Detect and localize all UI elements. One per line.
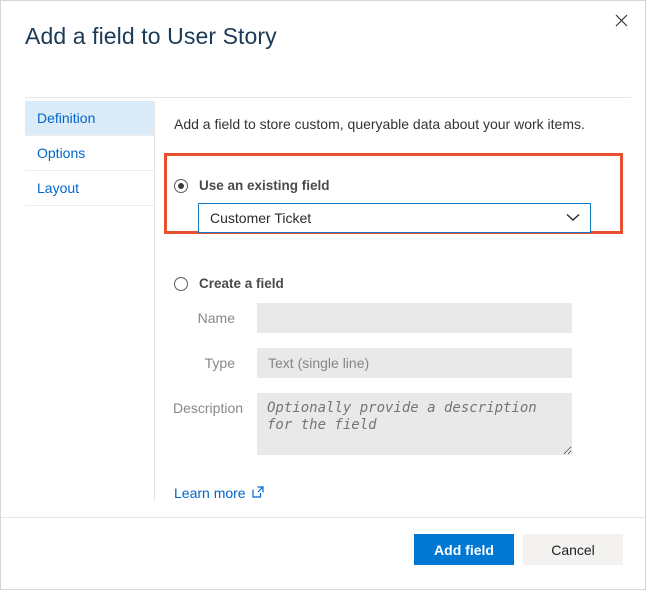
learn-more-link[interactable]: Learn more <box>174 485 264 501</box>
learn-more-label: Learn more <box>174 485 246 501</box>
sidebar-item-label: Options <box>37 145 86 161</box>
chevron-down-icon <box>566 209 580 227</box>
add-field-button[interactable]: Add field <box>414 534 514 565</box>
close-icon <box>615 14 628 27</box>
dialog-header: Add a field to User Story <box>1 1 645 98</box>
external-link-icon <box>251 485 264 501</box>
sidebar-item-definition[interactable]: Definition <box>25 101 154 136</box>
dialog-body: Definition Options Layout Add a field to… <box>1 98 645 518</box>
create-field-option[interactable]: Create a field <box>174 276 631 291</box>
type-field-label: Type <box>204 355 235 371</box>
form-row-name: Name <box>173 303 631 333</box>
form-row-description: Description <box>173 393 631 455</box>
use-existing-field-radio[interactable] <box>174 178 188 193</box>
description-field-input[interactable] <box>257 393 572 455</box>
panel-description: Add a field to store custom, queryable d… <box>174 116 585 132</box>
name-field-input[interactable] <box>257 303 572 333</box>
use-existing-field-label: Use an existing field <box>199 178 330 193</box>
footer-button-group: Add field Cancel <box>414 534 623 565</box>
dialog-footer: Add field Cancel <box>1 517 645 589</box>
cancel-button[interactable]: Cancel <box>523 534 623 565</box>
footer-divider <box>1 517 645 518</box>
existing-field-dropdown-value: Customer Ticket <box>210 210 312 226</box>
type-field-value: Text (single line) <box>268 355 370 371</box>
description-field-label: Description <box>173 400 244 416</box>
form-row-type: Type Text (single line) <box>173 348 631 378</box>
add-field-dialog: Add a field to User Story Definition Opt… <box>0 0 646 590</box>
create-field-radio[interactable] <box>174 276 188 291</box>
definition-panel: Add a field to store custom, queryable d… <box>164 98 631 503</box>
name-field-label: Name <box>197 310 235 326</box>
create-field-form: Name Type Text (single line) Description <box>173 303 631 455</box>
sidebar-item-label: Definition <box>37 110 96 126</box>
page-title: Add a field to User Story <box>25 23 277 49</box>
close-button[interactable] <box>607 7 635 33</box>
sidebar-item-layout[interactable]: Layout <box>25 171 154 206</box>
type-field-select[interactable]: Text (single line) <box>257 348 572 378</box>
sidebar-item-options[interactable]: Options <box>25 136 154 171</box>
use-existing-field-option[interactable]: Use an existing field <box>174 178 631 193</box>
dialog-sidebar: Definition Options Layout <box>25 101 155 501</box>
create-field-label: Create a field <box>199 276 284 291</box>
sidebar-item-label: Layout <box>37 180 80 196</box>
existing-field-dropdown[interactable]: Customer Ticket <box>198 203 591 233</box>
